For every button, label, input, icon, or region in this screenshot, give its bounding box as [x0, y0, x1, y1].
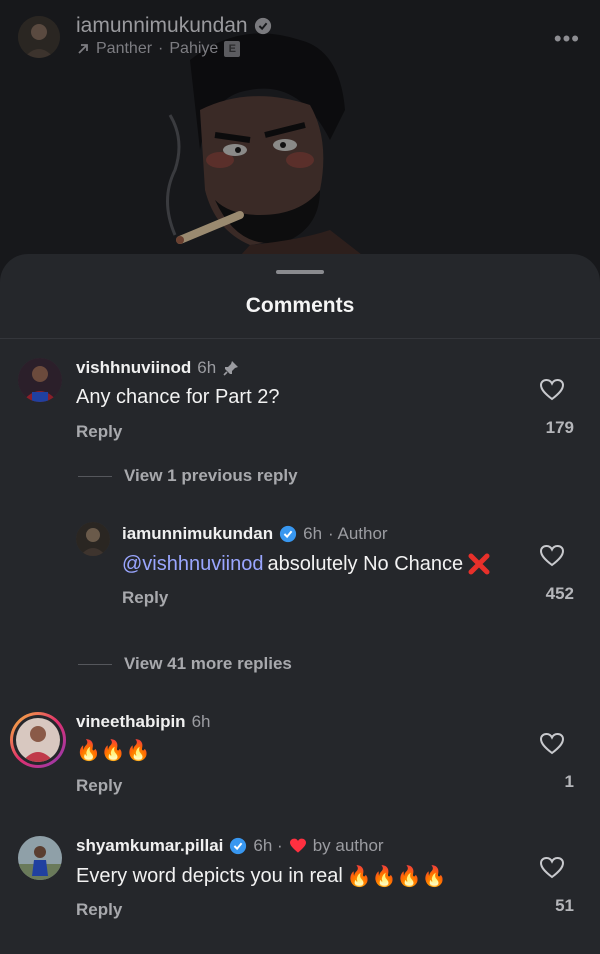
comment-time: 6h [303, 524, 323, 543]
comment-time: 6h · [253, 836, 283, 855]
comment-header: iamunnimukundan 6h · Author [122, 524, 388, 544]
explicit-badge: E [224, 41, 241, 57]
red-heart-icon [289, 838, 306, 853]
sheet-grabber-handle[interactable] [276, 270, 324, 274]
avatar[interactable] [76, 522, 110, 556]
comments-sheet: Comments vishhnuviinod 6h Any chance for… [0, 254, 600, 954]
fire-emoji-icon: 🔥🔥🔥🔥 [346, 866, 447, 888]
avatar [16, 718, 60, 762]
cross-mark-icon [468, 553, 490, 575]
view-previous-replies-button[interactable]: View 1 previous reply [78, 466, 298, 486]
reply-button[interactable]: Reply [122, 588, 168, 608]
audio-separator: · [158, 40, 164, 57]
sheet-title: Comments [245, 294, 355, 317]
mention-link[interactable]: @vishhnuviinod [122, 553, 264, 576]
comment-time: 6h [197, 358, 217, 377]
audio-artist: Panther [96, 40, 153, 57]
heart-icon [539, 378, 565, 401]
sheet-divider [0, 338, 600, 339]
verified-badge-icon [254, 17, 271, 35]
heart-icon [539, 732, 565, 755]
avatar-story-ring[interactable] [10, 712, 66, 768]
pin-icon [223, 361, 239, 376]
post-username-row[interactable]: iamunnimukundan [76, 14, 272, 38]
comment-header: shyamkumar.pillai 6h · by author [76, 836, 384, 856]
like-count: 1 [564, 772, 574, 791]
reply-button[interactable]: Reply [76, 900, 122, 920]
comment-time: 6h [191, 712, 211, 731]
comment-text: 🔥🔥🔥 [76, 740, 151, 762]
post-header: iamunnimukundan Panther · Pahiye E ••• [14, 12, 586, 62]
verified-badge-icon [230, 837, 247, 855]
comment-header: vishhnuviinod 6h [76, 358, 240, 378]
author-tag: · Author [328, 524, 388, 543]
comment-text: Any chance for Part 2? [76, 386, 280, 408]
comment-username[interactable]: shyamkumar.pillai [76, 836, 223, 856]
comment-text: @vishhnuviinod absolutely No Chance [122, 552, 491, 576]
avatar[interactable] [18, 358, 62, 402]
post-author-avatar[interactable] [18, 16, 60, 58]
more-options-icon[interactable]: ••• [554, 26, 580, 52]
thread-line [78, 663, 112, 665]
comment-body: absolutely No Chance [267, 552, 464, 575]
like-button[interactable] [532, 378, 572, 407]
thread-line [78, 475, 112, 477]
like-count: 179 [545, 418, 574, 437]
liked-by-author-label: by author [312, 836, 384, 855]
view-replies-label: View 41 more replies [124, 654, 292, 673]
heart-icon [539, 544, 565, 567]
comment-header: vineethabipin 6h [76, 712, 211, 732]
like-count: 452 [545, 584, 574, 603]
view-replies-label: View 1 previous reply [124, 466, 298, 485]
verified-badge-icon [280, 525, 297, 543]
reply-button[interactable]: Reply [76, 776, 122, 796]
comment-username[interactable]: vineethabipin [76, 712, 186, 732]
comment-text: Every word depicts you in real 🔥🔥🔥🔥 [76, 864, 446, 889]
like-button[interactable] [532, 544, 572, 573]
heart-icon [539, 856, 565, 879]
comment-username[interactable]: vishhnuviinod [76, 358, 191, 378]
post-username[interactable]: iamunnimukundan [76, 14, 248, 38]
avatar[interactable] [18, 836, 62, 880]
audio-title: Pahiye [169, 40, 219, 57]
view-more-replies-button[interactable]: View 41 more replies [78, 654, 292, 674]
arrow-up-right-icon [78, 44, 88, 54]
comment-body: Every word depicts you in real [76, 865, 343, 887]
comment-username[interactable]: iamunnimukundan [122, 524, 273, 544]
post-audio-row[interactable]: Panther · Pahiye E [76, 40, 241, 58]
reply-button[interactable]: Reply [76, 422, 122, 442]
like-button[interactable] [532, 856, 572, 885]
like-button[interactable] [532, 732, 572, 761]
like-count: 51 [555, 896, 574, 915]
